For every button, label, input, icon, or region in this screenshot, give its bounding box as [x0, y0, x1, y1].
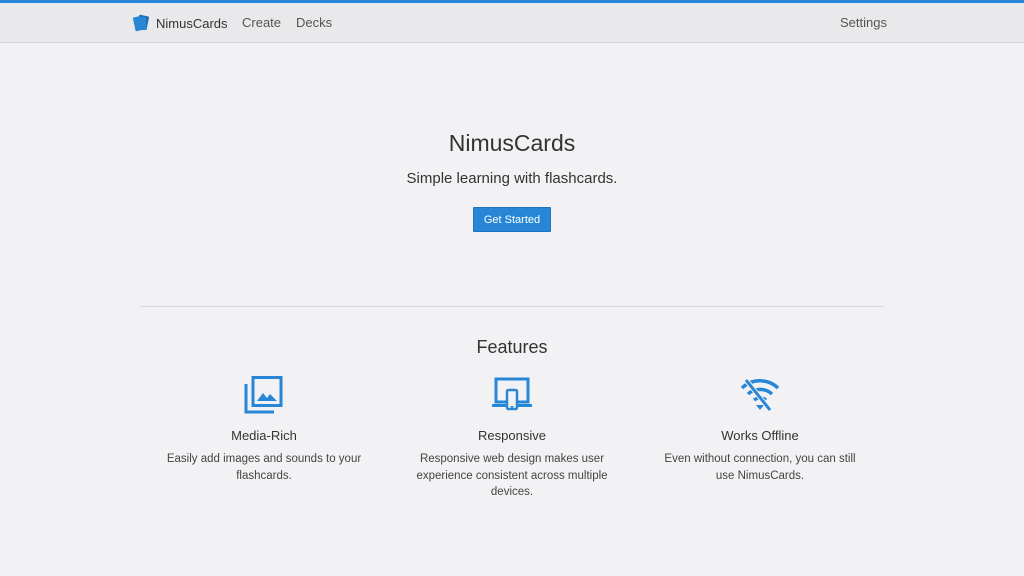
feature-description: Easily add images and sounds to your fla… [166, 453, 362, 482]
hero-section: NimusCards Simple learning with flashcar… [0, 129, 1024, 232]
nav-settings-link[interactable]: Settings [840, 3, 887, 43]
get-started-button[interactable]: Get Started [472, 207, 552, 232]
feature-description: Responsive web design makes user experie… [416, 453, 608, 498]
feature-description: Even without connection, you can still u… [664, 453, 856, 482]
hero-subtitle: Simple learning with flashcards. [406, 170, 618, 187]
feature-media-rich: Media-Rich Easily add images and sounds … [164, 376, 364, 484]
brand-link[interactable]: NimusCards [133, 3, 228, 43]
devices-icon [492, 377, 532, 411]
feature-title: Responsive [478, 428, 546, 443]
nav-decks-link[interactable]: Decks [296, 3, 332, 43]
cards-logo-icon [133, 14, 150, 32]
photo-library-icon [244, 376, 283, 414]
navbar: NimusCards Create Decks Settings [0, 3, 1024, 43]
feature-responsive: Responsive Responsive web design makes u… [412, 376, 612, 501]
nav-create-link[interactable]: Create [242, 3, 281, 43]
features-title: Features [476, 337, 548, 357]
brand-name: NimusCards [156, 15, 228, 31]
hero-title: NimusCards [448, 130, 576, 156]
feature-title: Works Offline [721, 428, 799, 443]
wifi-off-icon [740, 378, 780, 412]
feature-works-offline: Works Offline Even without connection, y… [660, 376, 860, 484]
section-divider [140, 306, 884, 307]
feature-title: Media-Rich [231, 428, 297, 443]
